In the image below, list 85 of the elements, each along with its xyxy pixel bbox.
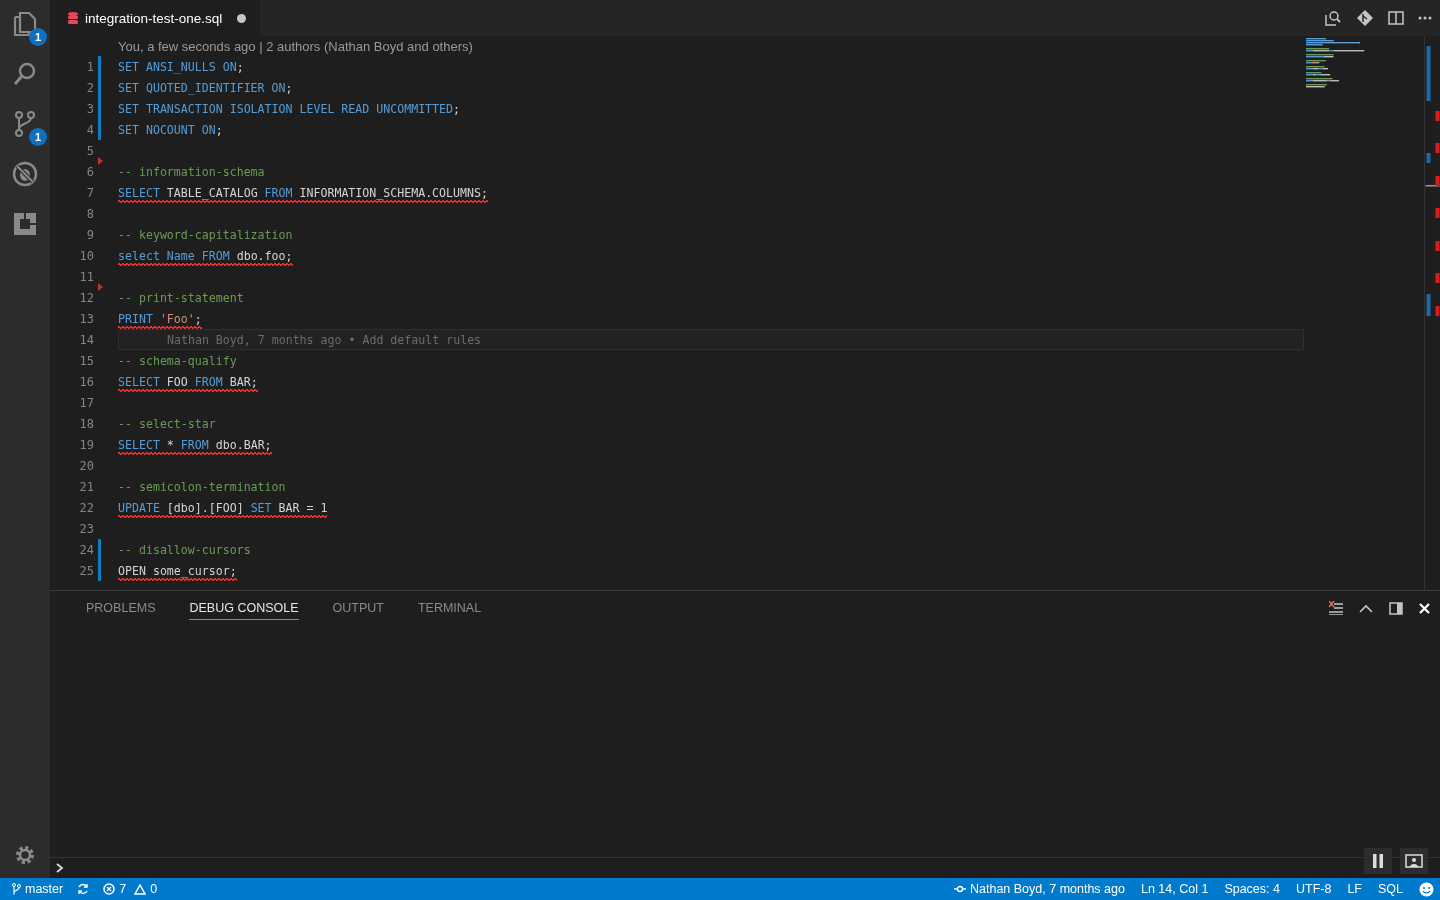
line-number: 19: [78, 437, 94, 452]
cursor-position[interactable]: Ln 14, Col 1: [1140, 882, 1209, 896]
code-line: -- schema-qualify: [118, 353, 237, 368]
no-bug-icon[interactable]: [11, 160, 39, 188]
editor-tab[interactable]: integration-test-one.sql: [50, 0, 261, 36]
panel-tab[interactable]: TERMINAL: [417, 596, 482, 620]
code-line: -- print-statement: [118, 290, 244, 305]
codelens-text[interactable]: You, a few seconds ago | 2 authors (Nathan Boyd and others): [118, 38, 473, 54]
count-badge: 1: [29, 28, 47, 46]
code-line: UPDATE [dbo].[FOO] SET BAR = 1: [118, 500, 328, 515]
sync-icon[interactable]: [77, 883, 90, 895]
code-line: SET ANSI_NULLS ON;: [118, 59, 244, 74]
branch-indicator[interactable]: master: [12, 882, 64, 896]
panel-tab[interactable]: PROBLEMS: [86, 596, 156, 620]
line-number: 8: [85, 206, 94, 221]
smiley-icon[interactable]: [1419, 881, 1434, 897]
line-number: 5: [85, 143, 94, 158]
line-number: 18: [78, 416, 94, 431]
chevron-up-icon[interactable]: [1359, 603, 1373, 613]
blame-annotation: Nathan Boyd, 7 months ago • Add default rules: [118, 329, 1304, 350]
line-number: 15: [78, 353, 94, 368]
line-number: 22: [78, 500, 94, 515]
panel-tab[interactable]: DEBUG CONSOLE: [189, 596, 299, 620]
code-line: -- select-star: [118, 416, 216, 431]
panel-tab[interactable]: OUTPUT: [332, 596, 384, 620]
encoding-status[interactable]: UTF-8: [1295, 882, 1332, 896]
code-line: -- disallow-cursors: [118, 542, 251, 557]
code-line: SELECT TABLE_CATALOG FROM INFORMATION_SCHEMA.COLUMNS;: [118, 185, 488, 200]
problems-indicator[interactable]: 7 0: [103, 882, 158, 896]
person-screen-icon: [1405, 854, 1423, 868]
tab-title: integration-test-one.sql: [85, 10, 223, 26]
line-number: 10: [78, 248, 94, 263]
line-number: 11: [78, 269, 94, 284]
line-number: 14: [78, 332, 94, 347]
line-number: 2: [85, 80, 94, 95]
git-blame-status[interactable]: Nathan Boyd, 7 months ago: [954, 882, 1125, 896]
code-line: -- keyword-capitalization: [118, 227, 293, 242]
line-number: 7: [85, 185, 94, 200]
more-icon[interactable]: [1418, 16, 1432, 20]
error-icon: [103, 883, 116, 895]
line-number: 1: [85, 59, 94, 74]
split-editor-icon[interactable]: [1388, 11, 1404, 25]
database-icon: [68, 12, 78, 24]
search-document-icon[interactable]: [1324, 9, 1342, 27]
pause-icon: [1372, 854, 1384, 868]
count-badge: 1: [29, 128, 47, 146]
pause-button[interactable]: [1364, 848, 1392, 874]
screen-button[interactable]: [1400, 848, 1428, 874]
line-number: 16: [78, 374, 94, 389]
line-number: 4: [85, 122, 94, 137]
extensions-icon[interactable]: [11, 210, 39, 238]
line-number: 3: [85, 101, 94, 116]
line-number: 20: [78, 458, 94, 473]
code-line: OPEN some_cursor;: [118, 563, 237, 578]
git-diamond-icon[interactable]: [1356, 9, 1374, 27]
indentation-status[interactable]: Spaces: 4: [1224, 882, 1280, 896]
code-line: -- semicolon-termination: [118, 479, 286, 494]
line-number: 25: [78, 563, 94, 578]
code-line: select Name FROM dbo.foo;: [118, 248, 293, 263]
prompt-chevron-icon: [56, 863, 64, 873]
line-number: 13: [78, 311, 94, 326]
line-number: 6: [85, 164, 94, 179]
line-ending-status[interactable]: LF: [1347, 882, 1362, 896]
branch-icon: [12, 883, 21, 895]
panel-layout-icon[interactable]: [1389, 601, 1403, 615]
language-mode[interactable]: SQL: [1378, 882, 1403, 896]
close-icon[interactable]: [1419, 602, 1430, 614]
code-line: SELECT * FROM dbo.BAR;: [118, 437, 272, 452]
clear-console-icon[interactable]: [1329, 601, 1343, 615]
line-number: 21: [78, 479, 94, 494]
code-line: SELECT FOO FROM BAR;: [118, 374, 258, 389]
code-line: SET QUOTED_IDENTIFIER ON;: [118, 80, 293, 95]
line-number: 17: [78, 395, 94, 410]
settings-icon[interactable]: [14, 844, 36, 866]
line-number: 12: [78, 290, 94, 305]
code-line: PRINT 'Foo';: [118, 311, 202, 326]
overview-ruler-drawing[interactable]: [1424, 36, 1440, 590]
code-line: SET TRANSACTION ISOLATION LEVEL READ UNCOMMITTED;: [118, 101, 461, 116]
code-line: -- information-schema: [118, 164, 265, 179]
warning-icon: [134, 883, 147, 895]
commit-icon: [954, 885, 966, 893]
line-number: 23: [78, 521, 94, 536]
line-number: 24: [78, 542, 94, 557]
line-number: 9: [85, 227, 94, 242]
code-line: SET NOCOUNT ON;: [118, 122, 223, 137]
